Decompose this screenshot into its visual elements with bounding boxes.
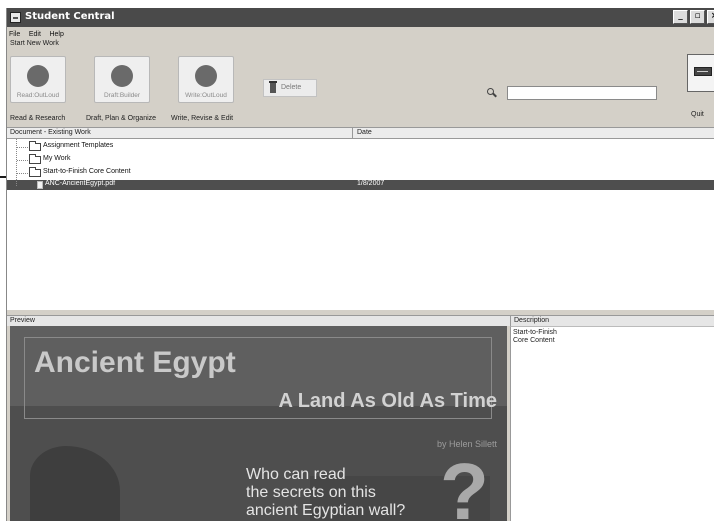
preview-subtitle: A Land As Old As Time bbox=[278, 390, 497, 412]
preview-pane[interactable]: Ancient Egypt A Land As Old As Time by H… bbox=[10, 326, 507, 521]
pdf-file-icon bbox=[37, 181, 43, 189]
group-write-revise: Write, Revise & Edit bbox=[171, 115, 234, 122]
tree-item-label: ANC-AncientEgypt.pdf bbox=[45, 180, 116, 187]
preview-question: Who can read the secrets on this ancient… bbox=[246, 466, 405, 520]
tree-item-assignment-templates[interactable]: Assignment Templates bbox=[7, 141, 714, 152]
delete-button[interactable]: Delete bbox=[263, 79, 317, 97]
tree-connector bbox=[17, 147, 28, 148]
tree-item-label: My Work bbox=[43, 155, 71, 162]
search-input[interactable] bbox=[507, 86, 657, 100]
trash-icon bbox=[269, 81, 277, 93]
question-line: the secrets on this bbox=[246, 484, 376, 501]
list-header: Document - Existing Work Date bbox=[7, 127, 714, 139]
description-pane: Start-to-Finish Core Content bbox=[510, 326, 714, 521]
read-outloud-icon bbox=[27, 65, 49, 87]
read-outloud-button[interactable]: Read:OutLoud bbox=[10, 56, 66, 103]
document-tree: Assignment Templates My Work Start-to-Fi… bbox=[7, 139, 714, 310]
preview-title: Ancient Egypt bbox=[34, 346, 236, 379]
tree-item-ancient-egypt-pdf[interactable]: ANC-AncientEgypt.pdf 1/8/2007 bbox=[7, 180, 714, 190]
write-outloud-label: Write:OutLoud bbox=[185, 92, 227, 99]
write-outloud-button[interactable]: Write:OutLoud bbox=[178, 56, 234, 103]
tree-item-date: 1/8/2007 bbox=[357, 180, 385, 187]
quit-label: Quit bbox=[691, 111, 704, 118]
draft-builder-label: Draft:Builder bbox=[103, 92, 141, 99]
tree-item-my-work[interactable]: My Work bbox=[7, 154, 714, 165]
start-new-work-label: Start New Work bbox=[10, 40, 59, 47]
read-outloud-label: Read:OutLoud bbox=[16, 92, 60, 99]
tree-connector bbox=[17, 160, 28, 161]
description-text: Start-to-Finish Core Content bbox=[513, 329, 593, 345]
search-icon[interactable] bbox=[487, 88, 497, 98]
menu-help[interactable]: Help bbox=[49, 31, 63, 38]
column-document[interactable]: Document - Existing Work bbox=[10, 129, 91, 136]
folder-open-icon bbox=[29, 167, 41, 177]
tree-item-label: Start-to-Finish Core Content bbox=[43, 168, 131, 175]
title-bar: Student Central _ ▫ × bbox=[7, 8, 714, 27]
description-line: Start-to-Finish bbox=[513, 329, 557, 336]
preview-label: Preview bbox=[10, 317, 35, 324]
folder-icon bbox=[29, 141, 41, 151]
close-button[interactable]: × bbox=[707, 10, 714, 24]
draft-builder-icon bbox=[111, 65, 133, 87]
tree-item-label: Assignment Templates bbox=[43, 142, 114, 149]
column-date[interactable]: Date bbox=[357, 129, 372, 136]
tree-item-start-to-finish[interactable]: Start-to-Finish Core Content bbox=[7, 167, 714, 178]
write-outloud-icon bbox=[195, 65, 217, 87]
preview-header: Preview bbox=[7, 315, 510, 326]
description-header: Description bbox=[510, 315, 714, 326]
menu-file[interactable]: File bbox=[9, 31, 20, 38]
question-line: Who can read bbox=[246, 466, 346, 483]
app-icon bbox=[10, 12, 21, 23]
quit-button[interactable] bbox=[687, 54, 714, 92]
description-line: Core Content bbox=[513, 337, 555, 344]
group-read-research: Read & Research bbox=[10, 115, 66, 122]
tree-connector bbox=[17, 173, 28, 174]
draft-builder-button[interactable]: Draft:Builder bbox=[94, 56, 150, 103]
question-mark-graphic: ? bbox=[440, 447, 489, 521]
app-window: Student Central _ ▫ × File Edit Help Sta… bbox=[6, 8, 714, 521]
minimize-button[interactable]: _ bbox=[673, 10, 688, 24]
window-title: Student Central bbox=[25, 11, 115, 22]
group-draft-plan: Draft, Plan & Organize bbox=[86, 115, 157, 122]
menu-edit[interactable]: Edit bbox=[29, 31, 41, 38]
description-label: Description bbox=[514, 317, 550, 324]
question-line: ancient Egyptian wall? bbox=[246, 502, 406, 519]
menu-bar: File Edit Help bbox=[9, 29, 70, 39]
exit-sign-icon bbox=[694, 67, 712, 76]
restore-button[interactable]: ▫ bbox=[690, 10, 705, 24]
delete-label: Delete bbox=[281, 84, 302, 91]
folder-icon bbox=[29, 154, 41, 164]
